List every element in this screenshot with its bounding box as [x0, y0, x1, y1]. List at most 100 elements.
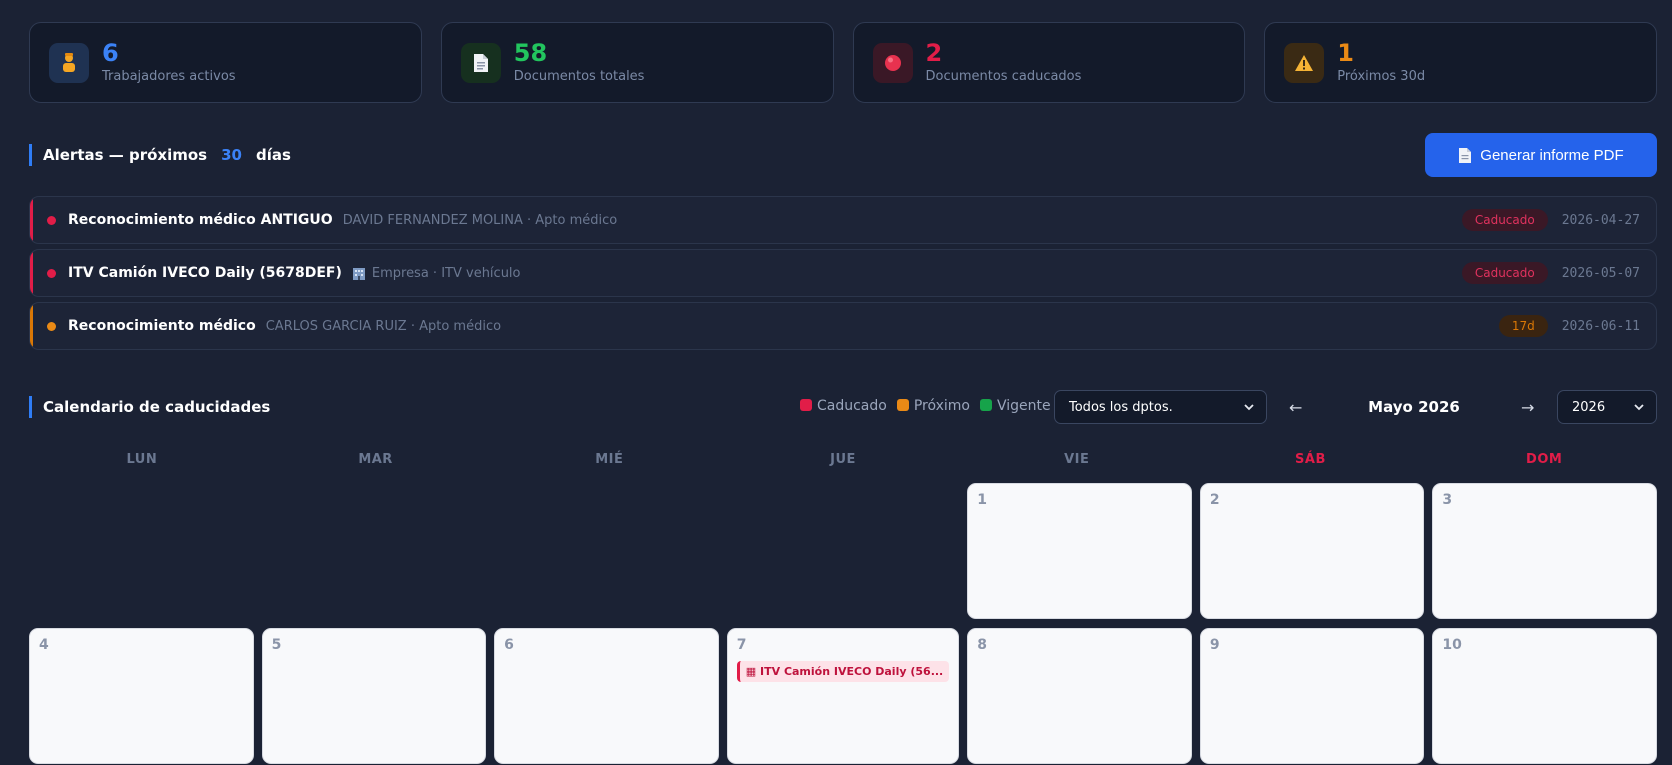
year-select-value: 2026	[1572, 399, 1606, 415]
stat-card-workers: 6 Trabajadores activos	[29, 22, 422, 103]
calendar-event-label: ITV Camión IVECO Daily (56...	[760, 665, 944, 678]
weekday-label: SÁB	[1295, 452, 1326, 467]
alert-date: 2026-05-07	[1561, 265, 1640, 281]
legend-upcoming: Próximo	[896, 398, 971, 414]
next-month-button[interactable]: →	[1521, 398, 1534, 417]
alerts-list: Reconocimiento médico ANTIGUO DAVID FERN…	[29, 196, 1657, 355]
worker-icon	[49, 42, 89, 83]
alert-meta: DAVID FERNANDEZ MOLINA · Apto médico	[342, 212, 618, 228]
department-select[interactable]: Todos los dptos.	[1054, 390, 1267, 424]
calendar-day[interactable]: 1	[967, 483, 1192, 619]
status-dot	[47, 215, 56, 225]
weekday-label: VIE	[1064, 452, 1090, 467]
alerts-title-suffix: días	[255, 146, 291, 164]
stat-label: Documentos totales	[513, 69, 645, 84]
day-number: 5	[271, 637, 282, 653]
calendar-empty-cell	[262, 483, 487, 619]
alerts-title: Alertas — próximos	[43, 146, 208, 164]
status-badge: Caducado	[1461, 262, 1548, 284]
calendar-day[interactable]: 9	[1199, 628, 1425, 764]
day-number: 10	[1442, 637, 1462, 653]
alert-date: 2026-06-11	[1561, 318, 1640, 334]
weekday-header: LUN MAR MIÉ JUE VIE SÁB DOM	[29, 452, 1657, 467]
day-number: 7	[736, 637, 747, 653]
day-number: 4	[39, 637, 49, 653]
alerts-header: Alertas — próximos 30 días	[29, 144, 291, 166]
legend-swatch	[800, 399, 812, 411]
document-icon	[1459, 147, 1472, 163]
calendar-day[interactable]: 10	[1432, 628, 1657, 764]
status-dot	[47, 321, 56, 331]
day-number: 9	[1209, 637, 1220, 653]
stat-label: Trabajadores activos	[102, 69, 236, 84]
calendar-empty-cell	[494, 483, 719, 619]
year-select[interactable]: 2026	[1557, 390, 1657, 424]
stat-value: 2	[925, 39, 943, 67]
calendar-day[interactable]: 2	[1199, 483, 1425, 619]
weekday-label: JUE	[830, 452, 856, 467]
calendar-day[interactable]: 7 ▦ ITV Camión IVECO Daily (56...	[726, 628, 960, 764]
day-number: 1	[977, 492, 987, 508]
alert-meta: CARLOS GARCIA RUIZ · Apto médico	[265, 318, 502, 334]
calendar-title: Calendario de caducidades	[43, 398, 271, 416]
alert-title: Reconocimiento médico	[68, 318, 256, 334]
legend-valid-label: Vigente	[997, 398, 1051, 414]
legend-expired: Caducado	[800, 398, 887, 414]
alert-meta-group: Empresa · ITV vehículo	[352, 266, 521, 281]
building-icon	[352, 267, 365, 280]
calendar-day[interactable]: 5	[261, 628, 487, 764]
status-badge: 17d	[1498, 315, 1548, 337]
red-circle-icon	[872, 42, 913, 83]
calendar-event[interactable]: ▦ ITV Camión IVECO Daily (56...	[736, 661, 950, 682]
calendar-grid: 1 2 3 4 5 6 7 ▦ ITV Camión IVECO Daily (…	[29, 483, 1657, 764]
building-icon: ▦	[745, 665, 760, 678]
alert-date: 2026-04-27	[1561, 212, 1640, 228]
alert-title: Reconocimiento médico ANTIGUO	[68, 212, 333, 228]
day-number: 3	[1442, 492, 1453, 508]
calendar-day[interactable]: 6	[494, 628, 719, 764]
calendar-legend: Caducado Próximo Vigente	[800, 398, 1055, 414]
stat-label: Documentos caducados	[925, 69, 1082, 84]
generate-pdf-label: Generar informe PDF	[1480, 146, 1624, 164]
legend-swatch	[980, 399, 993, 411]
calendar-day[interactable]: 3	[1432, 483, 1657, 619]
prev-month-button[interactable]: ←	[1289, 398, 1302, 417]
alert-row[interactable]: Reconocimiento médico ANTIGUO DAVID FERN…	[29, 196, 1657, 244]
alert-title: ITV Camión IVECO Daily (5678DEF)	[68, 265, 342, 281]
stat-value: 6	[102, 39, 119, 67]
generate-pdf-button[interactable]: Generar informe PDF	[1425, 133, 1657, 177]
stat-card-upcoming: 1 Próximos 30d	[1264, 22, 1657, 103]
stat-value: 1	[1337, 39, 1354, 67]
alert-meta: Empresa · ITV vehículo	[371, 265, 521, 281]
chevron-down-icon	[1244, 404, 1254, 411]
calendar-day[interactable]: 4	[29, 628, 254, 764]
legend-swatch	[896, 399, 909, 411]
legend-expired-label: Caducado	[817, 398, 887, 414]
legend-upcoming-label: Próximo	[913, 398, 971, 414]
stat-value: 58	[513, 39, 548, 67]
day-number: 6	[504, 637, 514, 653]
weekday-label: LUN	[126, 452, 158, 467]
calendar-empty-cell	[727, 483, 959, 619]
document-icon	[460, 42, 501, 83]
legend-valid: Vigente	[980, 398, 1051, 414]
calendar-header: Calendario de caducidades	[29, 396, 270, 418]
weekday-label: DOM	[1526, 452, 1563, 467]
alert-row[interactable]: ITV Camión IVECO Daily (5678DEF) Empresa…	[29, 249, 1657, 297]
status-dot	[47, 268, 56, 278]
stat-label: Próximos 30d	[1337, 69, 1426, 84]
stats-row: 6 Trabajadores activos 58 Documentos tot…	[29, 22, 1657, 103]
weekday-label: MAR	[358, 452, 393, 467]
alert-row[interactable]: Reconocimiento médico CARLOS GARCIA RUIZ…	[29, 302, 1657, 350]
weekday-label: MIÉ	[595, 452, 624, 467]
calendar-empty-cell	[29, 483, 254, 619]
month-label: Mayo 2026	[1368, 398, 1460, 416]
day-number: 8	[977, 637, 987, 653]
status-badge: Caducado	[1461, 209, 1548, 231]
chevron-down-icon	[1634, 404, 1644, 411]
stat-card-expired: 2 Documentos caducados	[852, 22, 1246, 103]
calendar-day[interactable]: 8	[967, 628, 1192, 764]
warning-icon	[1284, 42, 1325, 83]
alerts-days: 30	[221, 146, 242, 164]
department-select-value: Todos los dptos.	[1069, 399, 1173, 415]
